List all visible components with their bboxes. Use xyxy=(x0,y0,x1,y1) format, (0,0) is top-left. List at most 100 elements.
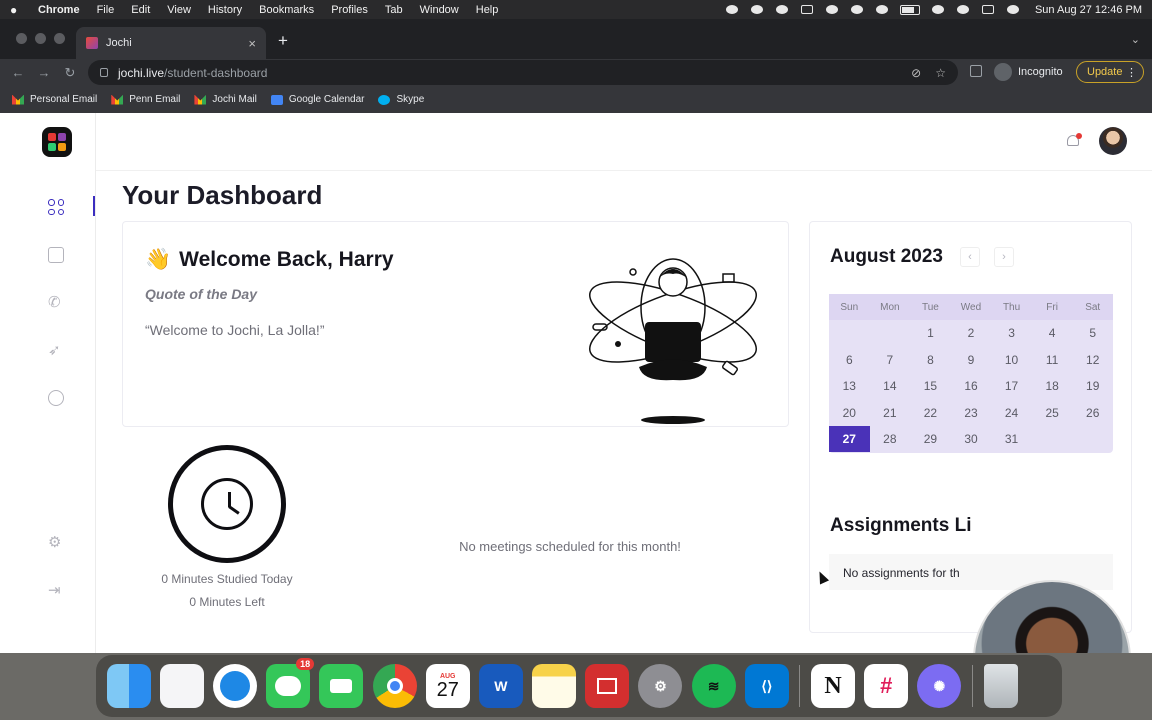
calendar-day[interactable]: 27 xyxy=(829,426,870,453)
calendar-day[interactable]: 21 xyxy=(870,406,911,420)
system-settings-icon[interactable]: ⚙ xyxy=(638,664,683,708)
calendar-day[interactable]: 23 xyxy=(951,406,992,420)
update-button[interactable]: Update ⋮ xyxy=(1076,61,1144,83)
control-center-icon[interactable] xyxy=(981,4,995,15)
side-panel-icon[interactable] xyxy=(970,65,982,77)
nav-launch[interactable]: ➶ xyxy=(48,342,66,360)
menu-window[interactable]: Window xyxy=(420,4,459,16)
calendar-day[interactable]: 14 xyxy=(870,379,911,393)
close-tab-icon[interactable]: × xyxy=(248,36,256,51)
calendar-day[interactable]: 30 xyxy=(951,432,992,446)
calendar-day[interactable]: 7 xyxy=(870,353,911,367)
menu-bookmarks[interactable]: Bookmarks xyxy=(259,4,314,16)
minimize-window-button[interactable] xyxy=(35,33,46,44)
lock-icon[interactable] xyxy=(100,68,108,77)
word-icon[interactable]: W xyxy=(478,664,523,708)
calendar-day[interactable]: 2 xyxy=(951,326,992,340)
menu-profiles[interactable]: Profiles xyxy=(331,4,368,16)
nav-history[interactable] xyxy=(48,390,66,408)
jochi-logo[interactable] xyxy=(42,127,72,157)
bookmark-penn-email[interactable]: Penn Email xyxy=(111,94,180,105)
menu-history[interactable]: History xyxy=(208,4,242,16)
calendar-day[interactable]: 10 xyxy=(991,353,1032,367)
vscode-icon[interactable]: ⟨⟩ xyxy=(744,664,789,708)
calendar-day[interactable]: 16 xyxy=(951,379,992,393)
menu-tab[interactable]: Tab xyxy=(385,4,403,16)
nav-calls[interactable]: ✆ xyxy=(48,294,66,312)
calendar-next-button[interactable]: › xyxy=(994,247,1014,267)
nav-settings[interactable]: ⚙ xyxy=(48,534,66,552)
eye-off-icon[interactable]: ⊘ xyxy=(911,66,921,80)
calendar-day[interactable]: 28 xyxy=(870,432,911,446)
calendar-day[interactable]: 24 xyxy=(991,406,1032,420)
more-menu-icon[interactable]: ⋮ xyxy=(1126,66,1137,79)
reload-button[interactable]: ↻ xyxy=(57,65,83,81)
battery-icon[interactable] xyxy=(899,4,920,15)
calendar-day[interactable]: 9 xyxy=(951,353,992,367)
calendar-day[interactable]: 12 xyxy=(1072,353,1113,367)
menu-edit[interactable]: Edit xyxy=(131,4,150,16)
notification-bell-icon[interactable] xyxy=(1066,133,1082,149)
status-app-icon[interactable] xyxy=(775,4,789,15)
calendar-day[interactable]: 29 xyxy=(910,432,951,446)
menu-chrome[interactable]: Chrome xyxy=(38,4,80,16)
new-tab-button[interactable]: + xyxy=(278,31,288,51)
bookmark-star-icon[interactable]: ☆ xyxy=(935,66,946,80)
photo-booth-icon[interactable] xyxy=(585,664,630,708)
calendar-prev-button[interactable]: ‹ xyxy=(960,247,980,267)
bookmark-google-calendar[interactable]: Google Calendar xyxy=(270,94,364,105)
address-bar[interactable]: jochi.live /student-dashboard ⊘ ☆ xyxy=(88,60,958,85)
forward-button[interactable]: → xyxy=(31,65,57,80)
calendar-day[interactable]: 3 xyxy=(991,326,1032,340)
clipboard-icon[interactable] xyxy=(800,4,814,15)
calendar-day[interactable]: 31 xyxy=(991,432,1032,446)
calendar-day[interactable]: 8 xyxy=(910,353,951,367)
menu-clock[interactable]: Sun Aug 27 12:46 PM xyxy=(1035,4,1142,16)
slack-icon[interactable]: # xyxy=(864,664,909,708)
play-icon[interactable] xyxy=(825,4,839,15)
nav-calendar[interactable] xyxy=(48,247,66,265)
menu-help[interactable]: Help xyxy=(476,4,499,16)
globe-icon[interactable] xyxy=(850,4,864,15)
nav-logout[interactable]: ⇥ xyxy=(48,582,66,600)
avatar[interactable] xyxy=(1099,127,1127,155)
bookmark-personal-email[interactable]: Personal Email xyxy=(12,94,97,105)
tab-jochi[interactable]: Jochi × xyxy=(76,27,266,59)
launchpad-icon[interactable] xyxy=(159,664,204,708)
zoom-window-button[interactable] xyxy=(54,33,65,44)
menu-file[interactable]: File xyxy=(97,4,115,16)
safari-icon[interactable] xyxy=(212,664,257,708)
nav-dashboard[interactable] xyxy=(48,199,66,217)
bookmark-jochi-mail[interactable]: Jochi Mail xyxy=(194,94,257,105)
spotify-icon[interactable]: ≋ xyxy=(691,664,736,708)
calendar-day[interactable]: 4 xyxy=(1032,326,1073,340)
calendar-day[interactable]: 5 xyxy=(1072,326,1113,340)
calendar-day[interactable]: 19 xyxy=(1072,379,1113,393)
calendar-day[interactable]: 22 xyxy=(910,406,951,420)
calendar-day[interactable]: 13 xyxy=(829,379,870,393)
wifi-icon[interactable] xyxy=(956,4,970,15)
menu-view[interactable]: View xyxy=(167,4,191,16)
messages-icon[interactable]: 18 xyxy=(266,658,315,708)
calendar-day[interactable]: 18 xyxy=(1032,379,1073,393)
notion-icon[interactable]: N xyxy=(811,664,856,708)
trash-icon[interactable] xyxy=(983,664,1018,708)
back-button[interactable]: ← xyxy=(5,65,31,80)
zoom-icon[interactable]: ✺ xyxy=(917,664,962,708)
calendar-day[interactable]: 15 xyxy=(910,379,951,393)
calendar-day[interactable]: 25 xyxy=(1032,406,1073,420)
bookmark-skype[interactable]: Skype xyxy=(378,94,424,105)
facetime-icon[interactable] xyxy=(319,664,364,708)
tab-search-chevron-icon[interactable]: ⌄ xyxy=(1131,33,1140,46)
brightness-icon[interactable] xyxy=(725,4,739,15)
notes-icon[interactable] xyxy=(532,664,577,708)
siri-icon[interactable] xyxy=(1006,4,1020,15)
calendar-day[interactable]: 6 xyxy=(829,353,870,367)
apple-menu-icon[interactable]: ● xyxy=(10,3,24,17)
calendar-day[interactable]: 17 xyxy=(991,379,1032,393)
incognito-indicator[interactable]: Incognito xyxy=(994,63,1063,81)
search-icon[interactable] xyxy=(931,4,945,15)
calendar-day[interactable]: 20 xyxy=(829,406,870,420)
close-window-button[interactable] xyxy=(16,33,27,44)
cloud-icon[interactable] xyxy=(750,4,764,15)
